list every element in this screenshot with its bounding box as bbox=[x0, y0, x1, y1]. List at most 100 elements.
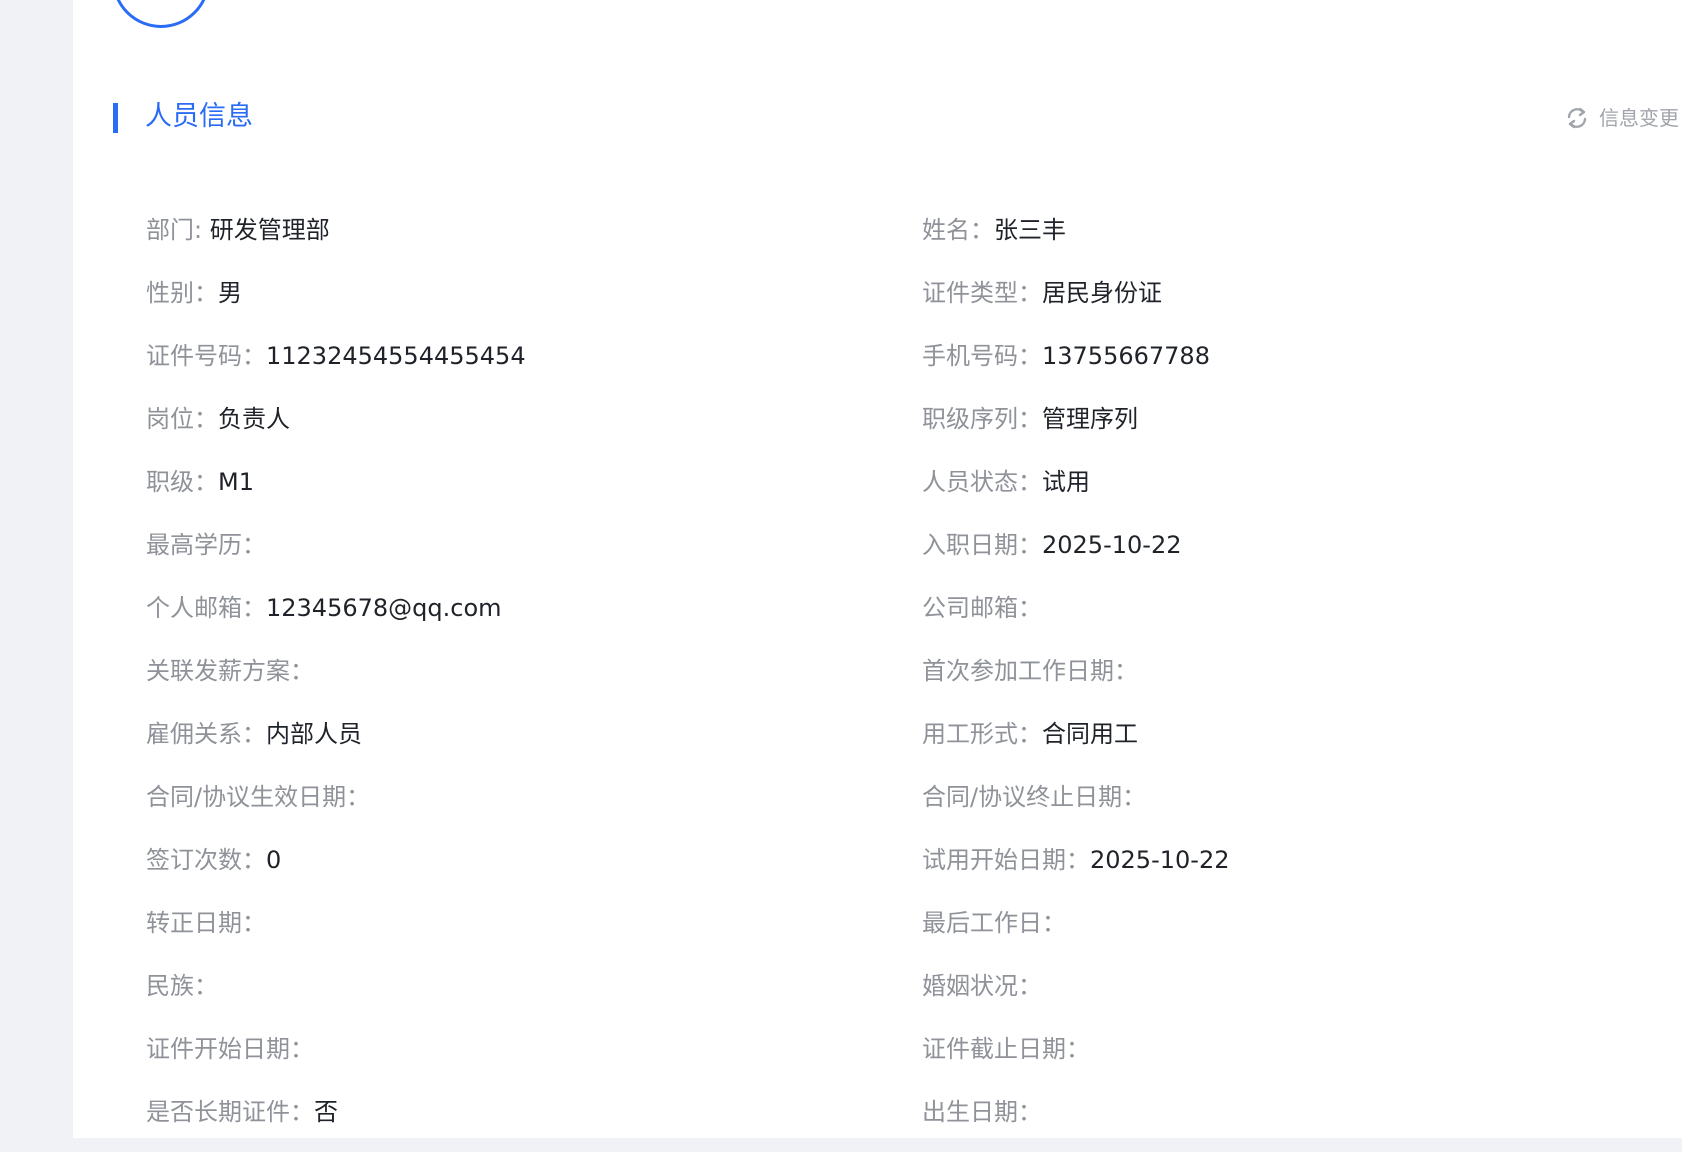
info-field: 民族： bbox=[146, 966, 218, 1006]
field-label: 是否长期证件： bbox=[146, 1098, 314, 1126]
info-row: 职级：M1 人员状态：试用 bbox=[146, 462, 1682, 525]
info-field: 婚姻状况： bbox=[922, 966, 1042, 1006]
info-field: 签订次数：0 bbox=[146, 840, 281, 880]
info-field: 手机号码：13755667788 bbox=[922, 336, 1210, 376]
field-label: 出生日期： bbox=[922, 1098, 1042, 1126]
info-field: 证件类型：居民身份证 bbox=[922, 273, 1162, 313]
info-field: 最后工作日： bbox=[922, 903, 1066, 943]
field-value: 内部人员 bbox=[266, 720, 362, 748]
info-row: 雇佣关系：内部人员 用工形式：合同用工 bbox=[146, 714, 1682, 777]
field-value: 男 bbox=[218, 279, 242, 307]
avatar bbox=[112, 0, 210, 28]
field-label: 证件截止日期： bbox=[922, 1035, 1090, 1063]
info-field: 姓名：张三丰 bbox=[922, 210, 1066, 250]
info-field: 岗位：负责人 bbox=[146, 399, 290, 439]
field-label: 证件号码： bbox=[146, 342, 266, 370]
info-grid: 部门: 研发管理部 姓名：张三丰性别：男 证件类型：居民身份证证件号码：112324… bbox=[146, 210, 1682, 1138]
refresh-icon bbox=[1563, 104, 1591, 132]
info-change-label: 信息变更 bbox=[1599, 106, 1679, 130]
field-value: 11232454554455454 bbox=[266, 342, 526, 370]
field-label: 签订次数： bbox=[146, 846, 266, 874]
field-label: 人员状态： bbox=[922, 468, 1042, 496]
field-label: 入职日期： bbox=[922, 531, 1042, 559]
info-row: 最高学历： 入职日期：2025-10-22 bbox=[146, 525, 1682, 588]
field-label: 证件开始日期： bbox=[146, 1035, 314, 1063]
info-field: 最高学历： bbox=[146, 525, 266, 565]
field-label: 用工形式： bbox=[922, 720, 1042, 748]
info-field: 出生日期： bbox=[922, 1092, 1042, 1132]
field-label: 岗位： bbox=[146, 405, 218, 433]
info-row: 证件开始日期： 证件截止日期： bbox=[146, 1029, 1682, 1092]
info-field: 首次参加工作日期： bbox=[922, 651, 1138, 691]
field-label: 性别： bbox=[146, 279, 218, 307]
info-field: 职级序列：管理序列 bbox=[922, 399, 1138, 439]
field-value: 否 bbox=[314, 1098, 338, 1126]
info-field: 性别：男 bbox=[146, 273, 242, 313]
personnel-info-card: 人员信息 信息变更 部门: 研发管理部 姓名：张三丰 性别：男 证件类型：居民身份证证… bbox=[73, 0, 1682, 1138]
field-value: 管理序列 bbox=[1042, 405, 1138, 433]
field-label: 婚姻状况： bbox=[922, 972, 1042, 1000]
field-value: 研发管理部 bbox=[209, 216, 330, 244]
info-row: 民族： 婚姻状况： bbox=[146, 966, 1682, 1029]
info-row: 转正日期： 最后工作日： bbox=[146, 903, 1682, 966]
field-label: 部门: bbox=[146, 216, 210, 244]
info-change-button[interactable]: 信息变更 bbox=[1563, 104, 1679, 132]
info-row: 签订次数：0 试用开始日期：2025-10-22 bbox=[146, 840, 1682, 903]
section-accent-bar bbox=[113, 103, 118, 133]
field-value: 12345678@qq.com bbox=[266, 594, 502, 622]
field-value: 负责人 bbox=[218, 405, 290, 433]
info-field: 公司邮箱： bbox=[922, 588, 1042, 628]
field-label: 最后工作日： bbox=[922, 909, 1066, 937]
page-gutter bbox=[0, 0, 73, 1152]
field-label: 首次参加工作日期： bbox=[922, 657, 1138, 685]
info-row: 个人邮箱：12345678@qq.com 公司邮箱： bbox=[146, 588, 1682, 651]
info-field: 雇佣关系：内部人员 bbox=[146, 714, 362, 754]
field-label: 公司邮箱： bbox=[922, 594, 1042, 622]
field-label: 职级： bbox=[146, 468, 218, 496]
field-label: 职级序列： bbox=[922, 405, 1042, 433]
info-field: 部门: 研发管理部 bbox=[146, 210, 330, 250]
field-value: 2025-10-22 bbox=[1042, 531, 1182, 559]
field-label: 手机号码： bbox=[922, 342, 1042, 370]
info-field: 证件截止日期： bbox=[922, 1029, 1090, 1069]
field-label: 合同/协议生效日期： bbox=[146, 783, 371, 811]
field-label: 个人邮箱： bbox=[146, 594, 266, 622]
info-row: 证件号码：11232454554455454 手机号码：13755667788 bbox=[146, 336, 1682, 399]
info-field: 证件号码：11232454554455454 bbox=[146, 336, 526, 376]
info-field: 用工形式：合同用工 bbox=[922, 714, 1138, 754]
info-field: 职级：M1 bbox=[146, 462, 254, 502]
info-row: 合同/协议生效日期： 合同/协议终止日期： bbox=[146, 777, 1682, 840]
info-field: 合同/协议终止日期： bbox=[922, 777, 1146, 817]
info-field: 人员状态：试用 bbox=[922, 462, 1090, 502]
info-field: 关联发薪方案： bbox=[146, 651, 314, 691]
field-value: M1 bbox=[218, 468, 254, 496]
info-row: 关联发薪方案： 首次参加工作日期： bbox=[146, 651, 1682, 714]
info-field: 证件开始日期： bbox=[146, 1029, 314, 1069]
field-label: 关联发薪方案： bbox=[146, 657, 314, 685]
field-value: 试用 bbox=[1042, 468, 1090, 496]
info-row: 性别：男 证件类型：居民身份证 bbox=[146, 273, 1682, 336]
field-value: 2025-10-22 bbox=[1090, 846, 1230, 874]
field-value: 0 bbox=[266, 846, 282, 874]
info-row: 岗位：负责人 职级序列：管理序列 bbox=[146, 399, 1682, 462]
field-value: 13755667788 bbox=[1042, 342, 1210, 370]
info-field: 是否长期证件：否 bbox=[146, 1092, 338, 1132]
field-label: 姓名： bbox=[922, 216, 994, 244]
info-field: 试用开始日期：2025-10-22 bbox=[922, 840, 1229, 880]
field-value: 合同用工 bbox=[1042, 720, 1138, 748]
field-label: 雇佣关系： bbox=[146, 720, 266, 748]
info-field: 入职日期：2025-10-22 bbox=[922, 525, 1181, 565]
field-value: 居民身份证 bbox=[1042, 279, 1162, 307]
field-label: 民族： bbox=[146, 972, 218, 1000]
section-title: 人员信息 bbox=[145, 101, 253, 132]
info-field: 转正日期： bbox=[146, 903, 266, 943]
field-label: 试用开始日期： bbox=[922, 846, 1090, 874]
field-label: 合同/协议终止日期： bbox=[922, 783, 1147, 811]
field-value: 张三丰 bbox=[994, 216, 1066, 244]
info-field: 合同/协议生效日期： bbox=[146, 777, 370, 817]
field-label: 转正日期： bbox=[146, 909, 266, 937]
info-row: 部门: 研发管理部 姓名：张三丰 bbox=[146, 210, 1682, 273]
info-field: 个人邮箱：12345678@qq.com bbox=[146, 588, 502, 628]
field-label: 证件类型： bbox=[922, 279, 1042, 307]
field-label: 最高学历： bbox=[146, 531, 266, 559]
